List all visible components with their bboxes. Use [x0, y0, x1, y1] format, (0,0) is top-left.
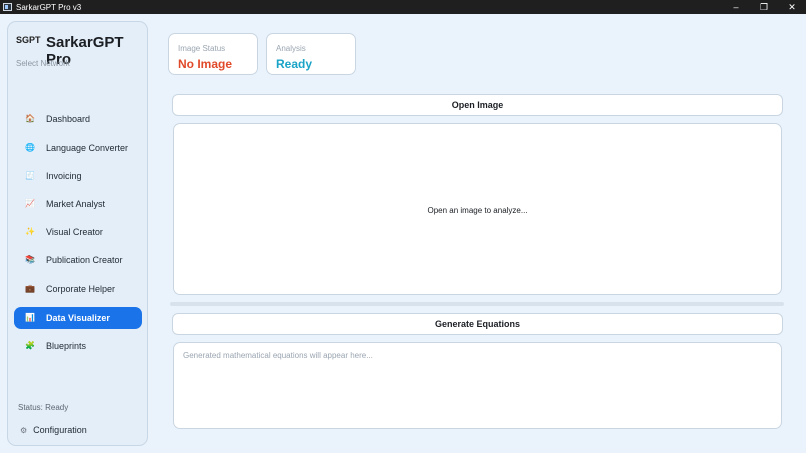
- chart-icon: 📈: [25, 199, 35, 208]
- sidebar-item-label: Corporate Helper: [46, 284, 116, 294]
- sidebar: SGPT SarkarGPT Pro Select Network 🏠 Dashb…: [7, 21, 148, 446]
- analysis-status-label: Analysis: [276, 44, 306, 53]
- minimize-button[interactable]: –: [722, 0, 750, 14]
- app-icon: [3, 3, 12, 11]
- configuration-button[interactable]: ⚙ Configuration: [20, 422, 87, 438]
- sidebar-item-label: Publication Creator: [46, 255, 123, 265]
- image-status-card: Image Status No Image: [168, 33, 258, 75]
- sidebar-item-language-converter[interactable]: 🌐 Language Converter: [14, 137, 142, 159]
- image-placeholder-text: Open an image to analyze...: [427, 206, 528, 215]
- title-bar: SarkarGPT Pro v3 – ❐ ✕: [0, 0, 806, 14]
- house-icon: 🏠: [25, 114, 35, 123]
- image-preview-panel[interactable]: Open an image to analyze...: [173, 123, 782, 295]
- panel-splitter[interactable]: [170, 302, 784, 306]
- book-icon: 📚: [25, 255, 35, 264]
- generate-equations-button[interactable]: Generate Equations: [172, 313, 783, 335]
- status-label: Status: Ready: [18, 403, 69, 412]
- puzzle-icon: 🧩: [25, 341, 35, 350]
- window-title: SarkarGPT Pro v3: [16, 2, 82, 12]
- sidebar-item-label: Language Converter: [46, 143, 129, 153]
- open-image-button[interactable]: Open Image: [172, 94, 783, 116]
- analysis-status-value: Ready: [276, 57, 313, 71]
- sidebar-item-visual-creator[interactable]: ✨ Visual Creator: [14, 221, 142, 243]
- select-network-label[interactable]: Select Network: [16, 59, 70, 68]
- bar-chart-icon: 📊: [25, 313, 35, 322]
- brand-abbreviation: SGPT: [16, 35, 41, 45]
- sidebar-item-label: Visual Creator: [46, 227, 103, 237]
- configuration-label: Configuration: [33, 425, 87, 435]
- close-button[interactable]: ✕: [778, 0, 806, 14]
- equations-output[interactable]: Generated mathematical equations will ap…: [173, 342, 782, 429]
- briefcase-icon: 💼: [25, 284, 35, 293]
- sidebar-item-label: Invoicing: [46, 171, 82, 181]
- image-status-label: Image Status: [178, 44, 226, 53]
- globe-icon: 🌐: [25, 143, 35, 152]
- equations-placeholder-text: Generated mathematical equations will ap…: [183, 351, 373, 360]
- image-status-value: No Image: [178, 57, 233, 71]
- sparkle-icon: ✨: [25, 227, 35, 236]
- sidebar-item-label: Dashboard: [46, 114, 91, 124]
- sidebar-item-dashboard[interactable]: 🏠 Dashboard: [14, 108, 142, 130]
- sidebar-item-label: Market Analyst: [46, 199, 106, 209]
- sidebar-item-invoicing[interactable]: 🧾 Invoicing: [14, 165, 142, 187]
- analysis-status-card: Analysis Ready: [266, 33, 356, 75]
- maximize-button[interactable]: ❐: [750, 0, 778, 14]
- sidebar-item-label: Blueprints: [46, 341, 87, 351]
- gear-icon: ⚙: [20, 425, 28, 435]
- sidebar-item-label: Data Visualizer: [46, 313, 110, 323]
- sidebar-item-publication-creator[interactable]: 📚 Publication Creator: [14, 249, 142, 271]
- sidebar-item-blueprints[interactable]: 🧩 Blueprints: [14, 335, 142, 357]
- sidebar-item-corporate-helper[interactable]: 💼 Corporate Helper: [14, 278, 142, 300]
- sidebar-item-market-analyst[interactable]: 📈 Market Analyst: [14, 193, 142, 215]
- receipt-icon: 🧾: [25, 171, 35, 180]
- sidebar-item-data-visualizer[interactable]: 📊 Data Visualizer: [14, 307, 142, 329]
